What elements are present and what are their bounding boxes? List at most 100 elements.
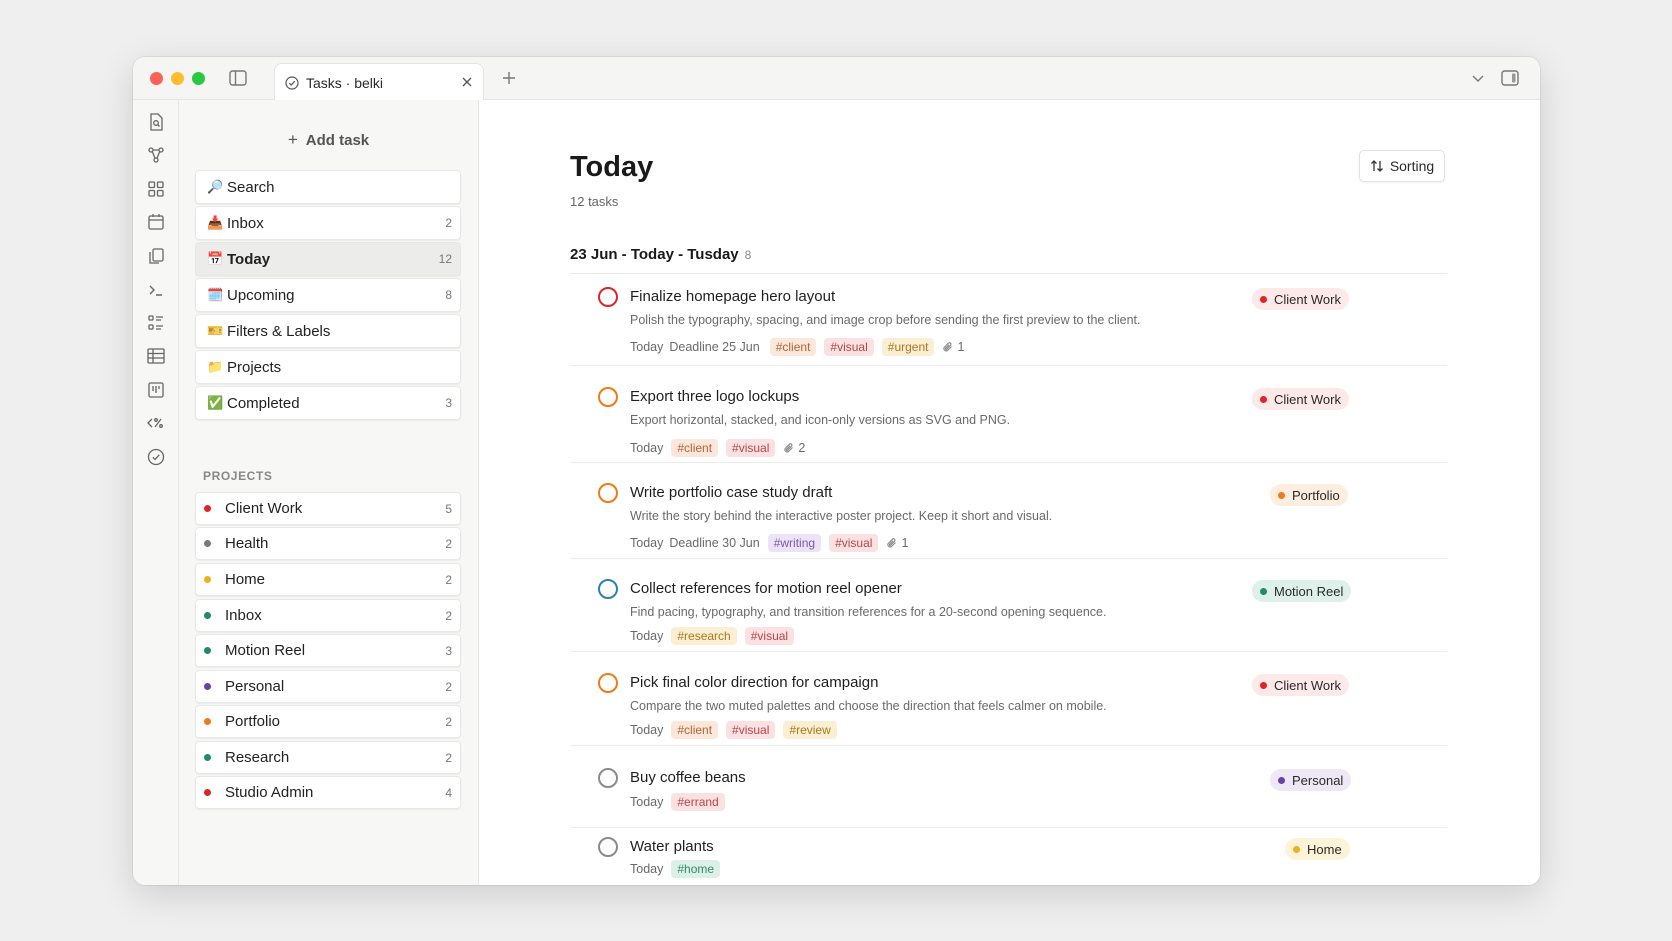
task-row[interactable]: Export three logo lockups Export horizon… [570, 385, 1447, 457]
sidebar-item-inbox[interactable]: 📥 Inbox 2 [195, 206, 461, 240]
task-tag[interactable]: #urgent [881, 338, 935, 356]
sidebar-item-count: 2 [445, 216, 452, 230]
check-circle-icon [285, 75, 299, 90]
task-tag[interactable]: #visual [744, 627, 795, 645]
add-task-button[interactable]: + Add task [179, 130, 478, 150]
right-panel-toggle-icon[interactable] [1501, 70, 1519, 86]
project-badge[interactable]: Portfolio [1270, 484, 1348, 506]
calendar-icon[interactable] [146, 212, 166, 232]
task-row[interactable]: Write portfolio case study draft Write t… [570, 481, 1447, 552]
task-meta: Today Deadline 25 Jun #client #visual #u… [630, 338, 964, 356]
new-tab-icon[interactable] [500, 69, 518, 87]
project-item-studio-admin[interactable]: Studio Admin 4 [195, 776, 461, 809]
project-count: 2 [445, 572, 452, 587]
project-count: 2 [445, 536, 452, 551]
sidebar: + Add task 🔎 Search 📥 Inbox 2 📅 Today 12 🗓️ Upc… [179, 100, 479, 885]
code-percent-icon[interactable] [146, 413, 166, 433]
sorting-button[interactable]: Sorting [1359, 150, 1445, 182]
zoom-window-button[interactable] [192, 72, 205, 85]
task-tag[interactable]: #visual [726, 721, 776, 739]
task-tag[interactable]: #client [769, 338, 817, 356]
task-row[interactable]: Water plants Today #home Home [570, 835, 1447, 885]
task-checkbox[interactable] [598, 579, 618, 599]
project-item-client-work[interactable]: Client Work 5 [195, 492, 461, 525]
task-tag[interactable]: #client [671, 721, 719, 739]
sidebar-item-projects[interactable]: 📁 Projects [195, 350, 461, 384]
tab-tasks[interactable]: Tasks · belki [274, 63, 484, 101]
calendar-icon: 📅 [207, 251, 224, 266]
project-item-personal[interactable]: Personal 2 [195, 670, 461, 703]
spiral-calendar-icon: 🗓️ [207, 287, 224, 302]
project-badge[interactable]: Client Work [1252, 674, 1349, 696]
project-badge[interactable]: Client Work [1252, 288, 1349, 310]
task-row[interactable]: Finalize homepage hero layout Polish the… [570, 285, 1447, 359]
graph-icon[interactable] [146, 145, 166, 165]
task-checkbox[interactable] [598, 837, 618, 857]
sidebar-item-label: Projects [227, 358, 282, 376]
project-item-inbox[interactable]: Inbox 2 [195, 599, 461, 632]
project-color-dot [204, 540, 211, 547]
copy-icon[interactable] [146, 246, 166, 266]
task-title: Collect references for motion reel opene… [630, 580, 902, 597]
divider [570, 365, 1447, 366]
project-item-research[interactable]: Research 2 [195, 741, 461, 774]
task-meta: Today #client #visual #review [630, 721, 845, 739]
task-count: 12 tasks [570, 194, 619, 209]
task-meta: Today #errand [630, 793, 733, 811]
task-tag[interactable]: #writing [767, 534, 822, 552]
task-row[interactable]: Collect references for motion reel opene… [570, 577, 1447, 647]
task-tag[interactable]: #home [671, 860, 721, 878]
sidebar-item-upcoming[interactable]: 🗓️ Upcoming 8 [195, 278, 461, 312]
check-circle-icon[interactable] [146, 447, 166, 467]
sidebar-item-today[interactable]: 📅 Today 12 [195, 242, 461, 276]
project-badge[interactable]: Home [1285, 838, 1350, 860]
task-row[interactable]: Pick final color direction for campaign … [570, 671, 1447, 741]
sidebar-toggle-icon[interactable] [229, 70, 247, 86]
project-item-motion-reel[interactable]: Motion Reel 3 [195, 634, 461, 667]
project-badge[interactable]: Personal [1270, 769, 1352, 791]
project-item-home[interactable]: Home 2 [195, 563, 461, 596]
task-tag[interactable]: #research [671, 627, 737, 645]
task-tag[interactable]: #visual [829, 534, 879, 552]
sidebar-item-completed[interactable]: ✅ Completed 3 [195, 386, 461, 420]
title-bar: Tasks · belki [133, 57, 1540, 101]
close-icon[interactable] [460, 75, 474, 89]
task-row[interactable]: Buy coffee beans Today #errand Personal [570, 766, 1447, 822]
task-checkbox[interactable] [598, 483, 618, 503]
task-tag[interactable]: #visual [726, 439, 776, 457]
task-tag[interactable]: #visual [824, 338, 874, 356]
task-tag[interactable]: #review [783, 721, 837, 739]
terminal-icon[interactable] [146, 280, 166, 300]
list-icon[interactable] [146, 313, 166, 333]
minimize-window-button[interactable] [171, 72, 184, 85]
task-date: Today [630, 629, 664, 643]
kanban-icon[interactable] [146, 380, 166, 400]
sidebar-item-label: Completed [227, 394, 300, 412]
chevron-down-icon[interactable] [1469, 70, 1487, 86]
project-label: Home [225, 571, 266, 588]
table-icon[interactable] [146, 346, 166, 366]
group-heading[interactable]: 23 Jun - Today - Tusday 8 [570, 246, 751, 263]
project-item-health[interactable]: Health 2 [195, 527, 461, 560]
project-item-portfolio[interactable]: Portfolio 2 [195, 705, 461, 738]
task-checkbox[interactable] [598, 768, 618, 788]
close-window-button[interactable] [150, 72, 163, 85]
task-tag[interactable]: #client [671, 439, 719, 457]
task-checkbox[interactable] [598, 287, 618, 307]
project-color-dot [1260, 295, 1267, 303]
task-checkbox[interactable] [598, 387, 618, 407]
sidebar-item-search[interactable]: 🔎 Search [195, 170, 461, 204]
sort-icon [1370, 160, 1383, 172]
project-color-dot [204, 576, 211, 583]
project-badge[interactable]: Client Work [1252, 388, 1349, 410]
task-tag[interactable]: #errand [671, 793, 725, 811]
sidebar-item-label: Upcoming [227, 286, 295, 304]
grid-icon[interactable] [146, 179, 166, 199]
task-date: Today [630, 795, 664, 809]
project-label: Research [225, 749, 290, 766]
document-search-icon[interactable] [146, 112, 166, 132]
sidebar-item-filters-labels[interactable]: 🎫 Filters & Labels [195, 314, 461, 348]
attachment-number: 1 [957, 340, 965, 354]
project-badge[interactable]: Motion Reel [1252, 580, 1352, 602]
task-checkbox[interactable] [598, 673, 618, 693]
